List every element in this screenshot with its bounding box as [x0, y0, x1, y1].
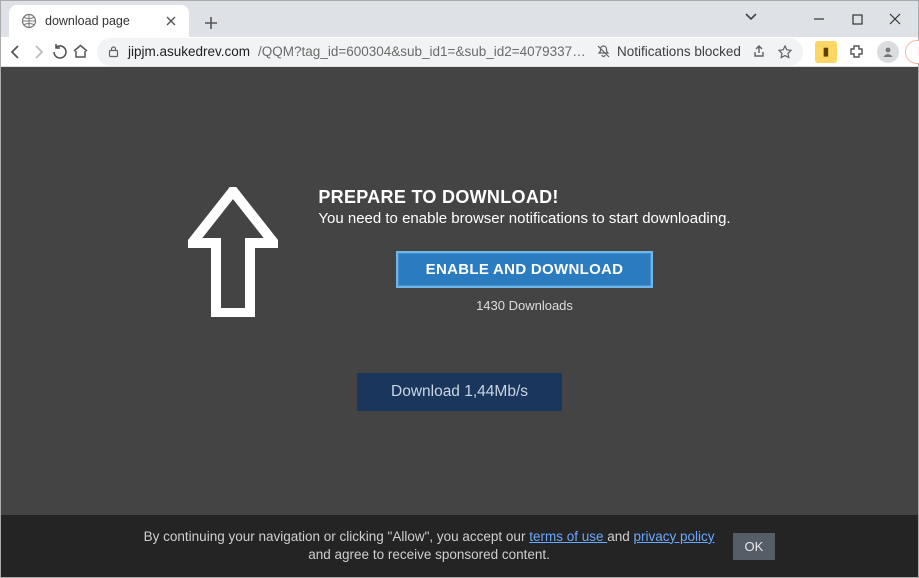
- notifications-blocked-label: Notifications blocked: [617, 44, 741, 59]
- extensions-icon[interactable]: [843, 38, 871, 66]
- terms-of-use-link[interactable]: terms of use: [529, 529, 607, 544]
- forward-button[interactable]: [29, 38, 47, 66]
- window-controls: [800, 1, 914, 37]
- reload-button[interactable]: [51, 38, 68, 66]
- browser-tab[interactable]: download page: [9, 5, 189, 37]
- privacy-policy-link[interactable]: privacy policy: [634, 529, 715, 544]
- page-subheading: You need to enable browser notifications…: [318, 210, 730, 227]
- new-tab-button[interactable]: [197, 9, 225, 37]
- browser-error-pill[interactable]: Error ⋮: [905, 40, 919, 64]
- lock-icon: [107, 45, 120, 58]
- url-domain: jipjm.asukedrev.com: [128, 44, 250, 59]
- extension-badge[interactable]: ▮: [815, 41, 837, 63]
- page-viewport: PREPARE TO DOWNLOAD! You need to enable …: [1, 67, 918, 577]
- enable-and-download-button[interactable]: ENABLE AND DOWNLOAD: [396, 251, 654, 288]
- cookie-consent-bar: By continuing your navigation or clickin…: [1, 515, 918, 577]
- notifications-blocked-chip[interactable]: Notifications blocked: [596, 44, 741, 59]
- cookie-pre: By continuing your navigation or clickin…: [144, 529, 530, 544]
- cookie-ok-button[interactable]: OK: [733, 533, 776, 560]
- tab-title: download page: [45, 14, 130, 28]
- share-icon[interactable]: [751, 44, 767, 60]
- close-window-button[interactable]: [876, 4, 914, 34]
- globe-icon: [21, 13, 37, 29]
- page-heading: PREPARE TO DOWNLOAD!: [318, 187, 730, 208]
- profile-avatar[interactable]: [877, 41, 899, 63]
- tabs-dropdown-button[interactable]: [744, 9, 758, 23]
- download-speed-chip[interactable]: Download 1,44Mb/s: [357, 373, 562, 411]
- bell-slash-icon: [596, 44, 611, 59]
- minimize-button[interactable]: [800, 4, 838, 34]
- home-button[interactable]: [72, 38, 89, 66]
- hero-text: PREPARE TO DOWNLOAD! You need to enable …: [318, 187, 730, 313]
- address-bar[interactable]: jipjm.asukedrev.com/QQM?tag_id=600304&su…: [97, 38, 803, 66]
- page-content: PREPARE TO DOWNLOAD! You need to enable …: [1, 67, 918, 577]
- tab-close-button[interactable]: [163, 13, 179, 29]
- url-path: /QQM?tag_id=600304&sub_id1=&sub_id2=4079…: [258, 44, 588, 59]
- bookmark-star-icon[interactable]: [777, 44, 793, 60]
- cookie-mid: and: [607, 529, 633, 544]
- cookie-line2: and agree to receive sponsored content.: [308, 547, 550, 562]
- cookie-text: By continuing your navigation or clickin…: [144, 528, 715, 564]
- browser-window: download page jipjm.asukedrev.com/QQM?ta…: [0, 0, 919, 578]
- arrow-up-icon: [188, 187, 278, 317]
- toolbar-right: ▮ Error ⋮: [815, 38, 919, 66]
- downloads-count: 1430 Downloads: [318, 298, 730, 313]
- browser-toolbar: jipjm.asukedrev.com/QQM?tag_id=600304&su…: [1, 37, 918, 67]
- tab-strip: download page: [1, 1, 918, 37]
- maximize-button[interactable]: [838, 4, 876, 34]
- hero-row: PREPARE TO DOWNLOAD! You need to enable …: [188, 187, 730, 317]
- back-button[interactable]: [7, 38, 25, 66]
